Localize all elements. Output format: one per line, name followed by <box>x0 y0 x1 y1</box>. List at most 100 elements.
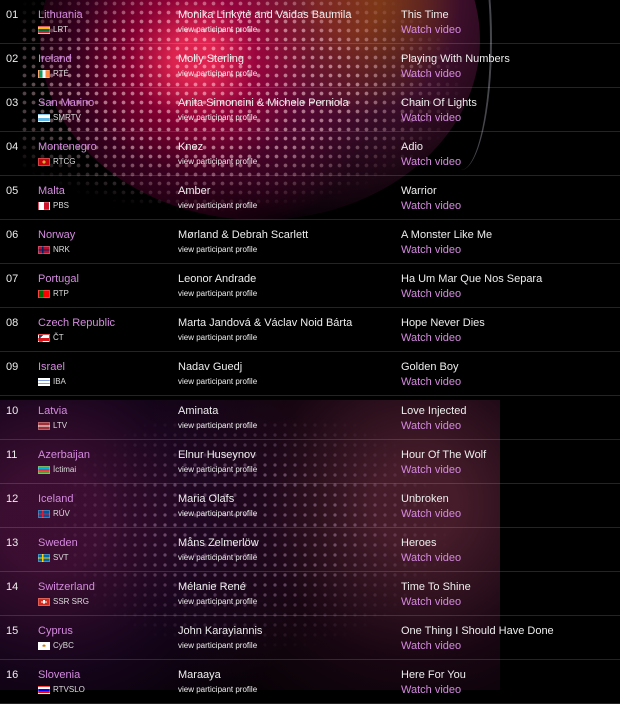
song-title: Golden Boy <box>401 361 459 373</box>
watch-video-link[interactable]: Watch video <box>401 596 461 608</box>
country-link[interactable]: Slovenia <box>38 669 80 681</box>
artist-name: Anita Simoncini & Michele Perniola <box>178 97 349 109</box>
broadcaster: RÚV <box>38 509 70 518</box>
participant-row: 08 Czech Republic ČT Marta Jandová & Vác… <box>0 308 620 352</box>
country-link[interactable]: Sweden <box>38 537 78 549</box>
running-order-number: 11 <box>6 449 18 461</box>
broadcaster: CyBC <box>38 641 74 650</box>
running-order-number: 09 <box>6 361 19 373</box>
broadcaster-label: RÚV <box>53 509 70 518</box>
watch-video-link[interactable]: Watch video <box>401 112 461 124</box>
running-order-number: 14 <box>6 581 19 593</box>
country-link[interactable]: Montenegro <box>38 141 97 153</box>
running-order-number: 05 <box>6 185 19 197</box>
view-participant-profile-link[interactable]: view participant profile <box>178 333 257 342</box>
song-title: This Time <box>401 9 449 21</box>
broadcaster-label: CyBC <box>53 641 74 650</box>
country-link[interactable]: Norway <box>38 229 75 241</box>
watch-video-link[interactable]: Watch video <box>401 508 461 520</box>
song-title: Ha Um Mar Que Nos Separa <box>401 273 543 285</box>
country-link[interactable]: Portugal <box>38 273 79 285</box>
country-link[interactable]: San Marino <box>38 97 94 109</box>
song-title: Love Injected <box>401 405 467 417</box>
country-link[interactable]: Latvia <box>38 405 67 417</box>
watch-video-link[interactable]: Watch video <box>401 156 461 168</box>
broadcaster: İctimai <box>38 465 76 474</box>
flag-israel-icon <box>38 377 50 386</box>
view-participant-profile-link[interactable]: view participant profile <box>178 25 257 34</box>
broadcaster: SSR SRG <box>38 597 89 606</box>
running-order-number: 10 <box>6 405 19 417</box>
view-participant-profile-link[interactable]: view participant profile <box>178 69 257 78</box>
country-link[interactable]: Ireland <box>38 53 72 65</box>
broadcaster-label: LTV <box>53 421 68 430</box>
country-link[interactable]: Lithuania <box>38 9 83 21</box>
broadcaster: RTCG <box>38 157 76 166</box>
view-participant-profile-link[interactable]: view participant profile <box>178 289 257 298</box>
view-participant-profile-link[interactable]: view participant profile <box>178 245 257 254</box>
view-participant-profile-link[interactable]: view participant profile <box>178 641 257 650</box>
view-participant-profile-link[interactable]: view participant profile <box>178 509 257 518</box>
view-participant-profile-link[interactable]: view participant profile <box>178 377 257 386</box>
participant-row: 01 Lithuania LRT Monika Linkytė and Vaid… <box>0 0 620 44</box>
participant-row: 13 Sweden SVT Måns Zelmerlöw view partic… <box>0 528 620 572</box>
view-participant-profile-link[interactable]: view participant profile <box>178 201 257 210</box>
song-title: Adio <box>401 141 424 153</box>
flag-cyprus-icon <box>38 641 50 650</box>
song-title: One Thing I Should Have Done <box>401 625 554 637</box>
flag-lithuania-icon <box>38 25 50 34</box>
broadcaster-label: SMRTV <box>53 113 81 122</box>
watch-video-link[interactable]: Watch video <box>401 684 461 696</box>
view-participant-profile-link[interactable]: view participant profile <box>178 113 257 122</box>
view-participant-profile-link[interactable]: view participant profile <box>178 597 257 606</box>
song-title: A Monster Like Me <box>401 229 493 241</box>
participant-row: 09 Israel IBA Nadav Guedj view participa… <box>0 352 620 396</box>
broadcaster-label: SSR SRG <box>53 597 90 606</box>
country-link[interactable]: Switzerland <box>38 581 95 593</box>
watch-video-link[interactable]: Watch video <box>401 24 461 36</box>
flag-san-marino-icon <box>38 113 50 122</box>
country-link[interactable]: Israel <box>38 361 65 373</box>
country-link[interactable]: Azerbaijan <box>38 449 90 461</box>
broadcaster: RTP <box>38 289 69 298</box>
country-link[interactable]: Iceland <box>38 493 73 505</box>
watch-video-link[interactable]: Watch video <box>401 464 461 476</box>
song-title: Hour Of The Wolf <box>401 449 487 461</box>
watch-video-link[interactable]: Watch video <box>401 376 461 388</box>
watch-video-link[interactable]: Watch video <box>401 552 461 564</box>
view-participant-profile-link[interactable]: view participant profile <box>178 465 257 474</box>
watch-video-link[interactable]: Watch video <box>401 332 461 344</box>
view-participant-profile-link[interactable]: view participant profile <box>178 157 257 166</box>
artist-name: John Karayiannis <box>178 625 263 637</box>
running-order-number: 03 <box>6 97 19 109</box>
participant-list: 01 Lithuania LRT Monika Linkytė and Vaid… <box>0 0 620 704</box>
running-order-number: 13 <box>6 537 19 549</box>
participant-row: 07 Portugal RTP Leonor Andrade view part… <box>0 264 620 308</box>
watch-video-link[interactable]: Watch video <box>401 200 461 212</box>
flag-ireland-icon <box>38 69 50 78</box>
artist-name: Maraaya <box>178 669 221 681</box>
view-participant-profile-link[interactable]: view participant profile <box>178 553 257 562</box>
country-link[interactable]: Czech Republic <box>38 317 115 329</box>
running-order-number: 15 <box>6 625 19 637</box>
artist-name: Monika Linkytė and Vaidas Baumila <box>178 9 352 21</box>
flag-latvia-icon <box>38 421 50 430</box>
artist-name: Aminata <box>178 405 219 417</box>
song-title: Heroes <box>401 537 437 549</box>
artist-name: Maria Olafs <box>178 493 235 505</box>
broadcaster: SMRTV <box>38 113 81 122</box>
broadcaster: LRT <box>38 25 68 34</box>
watch-video-link[interactable]: Watch video <box>401 420 461 432</box>
view-participant-profile-link[interactable]: view participant profile <box>178 421 257 430</box>
watch-video-link[interactable]: Watch video <box>401 288 461 300</box>
country-link[interactable]: Cyprus <box>38 625 73 637</box>
participant-row: 04 Montenegro RTCG Knez view participant… <box>0 132 620 176</box>
running-order-number: 12 <box>6 493 19 505</box>
watch-video-link[interactable]: Watch video <box>401 244 461 256</box>
watch-video-link[interactable]: Watch video <box>401 640 461 652</box>
country-link[interactable]: Malta <box>38 185 65 197</box>
broadcaster: NRK <box>38 245 70 254</box>
broadcaster-label: RTP <box>53 289 69 298</box>
watch-video-link[interactable]: Watch video <box>401 68 461 80</box>
artist-name: Marta Jandová & Václav Noid Bárta <box>178 317 353 329</box>
